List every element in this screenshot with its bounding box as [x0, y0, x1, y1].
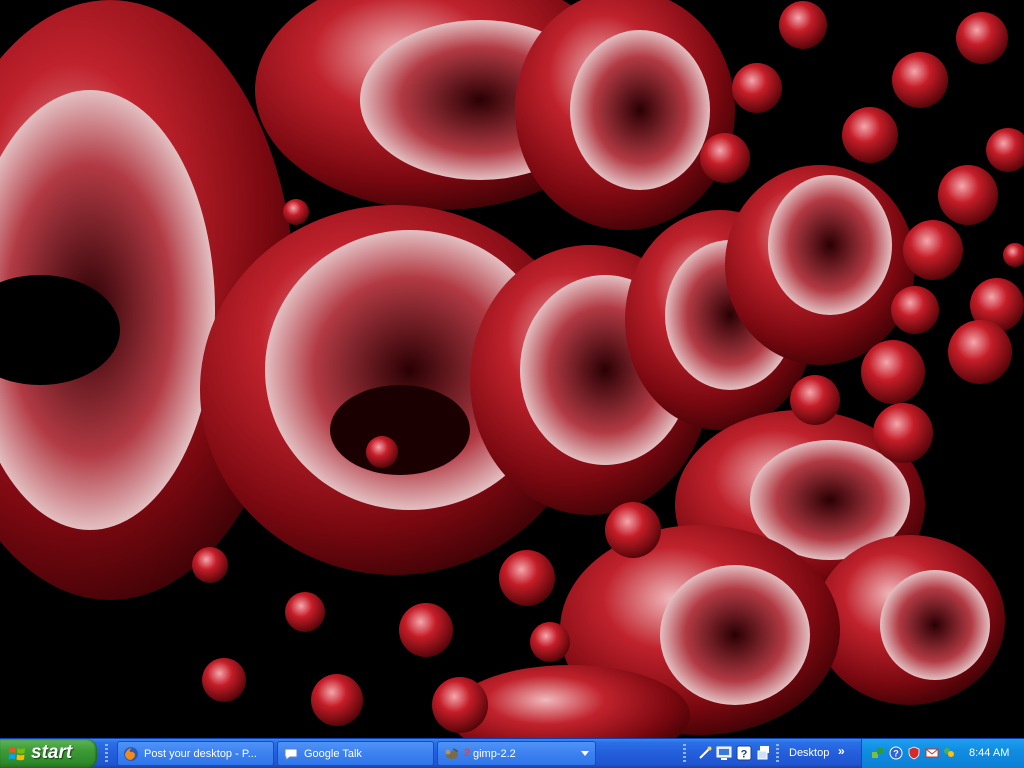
task-button-google-talk[interactable]: Google Talk [277, 741, 434, 766]
task-label: gimp-2.2 [473, 748, 516, 760]
wand-icon[interactable] [697, 745, 713, 761]
messenger-icon[interactable] [942, 746, 956, 760]
show-desktop-icon[interactable] [716, 745, 732, 761]
task-button-gimp[interactable]: 2 gimp-2.2 [437, 741, 596, 766]
mail-icon[interactable] [925, 746, 939, 760]
wallpaper-red-rings [0, 0, 1024, 738]
task-label: Google Talk [304, 748, 362, 760]
toolbar-grip[interactable] [776, 744, 779, 764]
system-tray: ? 8:44 AM [861, 739, 1024, 768]
large-rings [0, 0, 1005, 738]
chevron-down-icon [581, 751, 589, 756]
info-icon[interactable]: ? [889, 746, 903, 760]
task-group-count: 2 [464, 747, 471, 759]
start-label: start [31, 742, 73, 763]
svg-text:?: ? [893, 749, 899, 759]
chat-bubble-icon [284, 748, 298, 761]
svg-text:?: ? [741, 749, 748, 761]
windows-logo-icon [8, 747, 25, 761]
chevron-right-icon[interactable]: » [838, 744, 845, 758]
clock[interactable]: 8:44 AM [969, 747, 1009, 759]
network-icon[interactable] [871, 746, 885, 760]
windows-icon[interactable] [756, 745, 772, 761]
toolbar-grip[interactable] [683, 744, 686, 764]
security-shield-icon[interactable] [907, 746, 921, 760]
help-icon[interactable]: ? [736, 745, 752, 761]
start-button[interactable]: start [0, 739, 97, 768]
desktop[interactable] [0, 0, 1024, 738]
task-button-firefox[interactable]: Post your desktop - P... [117, 741, 274, 766]
desktop-toolbar-label[interactable]: Desktop [789, 747, 829, 759]
taskbar-grip[interactable] [105, 744, 108, 764]
firefox-icon [124, 747, 138, 761]
gimp-icon [445, 748, 459, 759]
task-label: Post your desktop - P... [144, 748, 257, 760]
taskbar: start Post your desktop - P... Google Ta… [0, 738, 1024, 768]
